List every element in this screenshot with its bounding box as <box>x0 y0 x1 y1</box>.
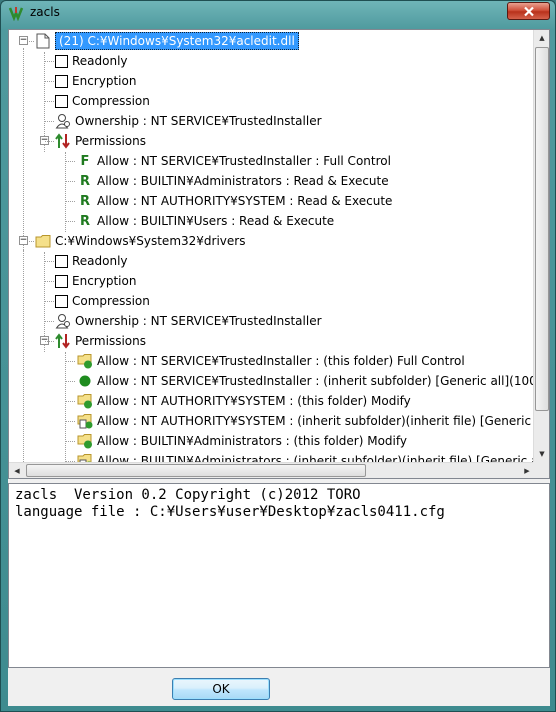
checkbox-icon <box>55 254 68 268</box>
tree-node-label: Allow : NT AUTHORITY¥SYSTEM : Read & Exe… <box>97 194 393 208</box>
tree-node-label: Allow : NT AUTHORITY¥SYSTEM : (inherit s… <box>97 414 535 428</box>
tree-vertical-scrollbar[interactable]: ▲ ▼ <box>533 30 549 462</box>
tree-node[interactable]: Encryption <box>55 71 136 91</box>
tree-node[interactable]: Ownership : NT SERVICE¥TrustedInstaller <box>55 111 322 131</box>
tree-node[interactable]: Encryption <box>55 271 136 291</box>
tree-node[interactable]: C:¥Windows¥System32¥drivers <box>35 231 245 251</box>
file-icon <box>35 33 51 49</box>
tree-node-label: Ownership : NT SERVICE¥TrustedInstaller <box>75 314 322 328</box>
scrollbar-corner <box>533 462 549 478</box>
permissions-icon <box>55 333 71 349</box>
tree-node[interactable]: R Allow : BUILTIN¥Administrators : Read &… <box>77 171 389 191</box>
checkbox-icon <box>55 274 68 288</box>
tree-node[interactable]: Allow : BUILTIN¥Administrators : (inheri… <box>77 451 535 462</box>
scroll-down-button[interactable]: ▼ <box>534 446 549 462</box>
tree-node[interactable]: Allow : NT AUTHORITY¥SYSTEM : (inherit s… <box>77 411 535 431</box>
permissions-tree[interactable]: − (21) C:¥Windows¥System32¥acledit.dll Rea… <box>8 29 550 479</box>
title-bar[interactable]: zacls <box>1 1 555 25</box>
client-area: − (21) C:¥Windows¥System32¥acledit.dll Rea… <box>8 29 550 706</box>
tree-node[interactable]: Allow : NT SERVICE¥TrustedInstaller : (i… <box>77 371 535 391</box>
tree-node[interactable]: Ownership : NT SERVICE¥TrustedInstaller <box>55 311 322 331</box>
log-line: zacls Version 0.2 Copyright (c)2012 TORO <box>15 487 361 503</box>
folder-perm-icon <box>77 353 93 369</box>
folder-file-perm-icon <box>77 413 93 429</box>
tree-node[interactable]: F Allow : NT SERVICE¥TrustedInstaller : F… <box>77 151 391 171</box>
log-output[interactable]: zacls Version 0.2 Copyright (c)2012 TORO… <box>8 483 550 668</box>
close-button[interactable] <box>507 2 550 20</box>
tree-node[interactable]: Allow : NT SERVICE¥TrustedInstaller : (t… <box>77 351 465 371</box>
app-window: zacls − (21) C:¥Windows¥System32¥acledit.… <box>0 0 556 712</box>
tree-node-label: Allow : NT SERVICE¥TrustedInstaller : Fu… <box>97 154 391 168</box>
tree-node-label: C:¥Windows¥System32¥drivers <box>55 234 246 248</box>
tree-node-label: Allow : BUILTIN¥Users : Read & Execute <box>97 214 335 228</box>
permission-R-icon: R <box>79 193 90 209</box>
tree-node-label: Encryption <box>72 74 137 88</box>
tree-content: − (21) C:¥Windows¥System32¥acledit.dll Rea… <box>9 30 535 462</box>
tree-node[interactable]: Permissions <box>55 331 146 351</box>
app-logo-icon <box>8 7 24 21</box>
tree-horizontal-scrollbar[interactable]: ◀ ▶ <box>9 462 535 478</box>
tree-node-label: Allow : BUILTIN¥Administrators : (this f… <box>97 434 407 448</box>
tree-node-label: Permissions <box>75 334 146 348</box>
tree-node-label: Allow : NT AUTHORITY¥SYSTEM : (this fold… <box>97 394 411 408</box>
tree-node-label: Ownership : NT SERVICE¥TrustedInstaller <box>75 114 322 128</box>
tree-node-label: Readonly <box>72 254 128 268</box>
permission-R-icon: R <box>79 173 90 189</box>
ok-button[interactable]: OK <box>172 678 270 700</box>
permissions-icon <box>55 133 71 149</box>
scroll-up-button[interactable]: ▲ <box>534 30 549 46</box>
tree-node[interactable]: R Allow : BUILTIN¥Users : Read & Execute <box>77 211 334 231</box>
window-title: zacls <box>30 5 60 19</box>
checkbox-icon <box>55 54 68 68</box>
owner-icon <box>55 113 71 129</box>
tree-node-label: Allow : BUILTIN¥Administrators : (inheri… <box>97 454 535 462</box>
tree-node-label: Compression <box>72 294 150 308</box>
tree-node-label: Allow : BUILTIN¥Administrators : Read & … <box>97 174 389 188</box>
tree-node-label: Allow : NT SERVICE¥TrustedInstaller : (i… <box>97 374 535 388</box>
tree-node[interactable]: Permissions <box>55 131 146 151</box>
tree-node-label: (21) C:¥Windows¥System32¥acledit.dll <box>55 32 299 50</box>
tree-node[interactable]: (21) C:¥Windows¥System32¥acledit.dll <box>35 31 299 51</box>
collapse-toggle[interactable]: − <box>19 236 28 245</box>
tree-node-label: Permissions <box>75 134 146 148</box>
tree-node[interactable]: Allow : BUILTIN¥Administrators : (this f… <box>77 431 407 451</box>
tree-node[interactable]: Allow : NT AUTHORITY¥SYSTEM : (this fold… <box>77 391 411 411</box>
tree-node-label: Compression <box>72 94 150 108</box>
tree-node[interactable]: Compression <box>55 291 150 311</box>
checkbox-icon <box>55 94 68 108</box>
folder-perm-icon <box>77 433 93 449</box>
vertical-scroll-thumb[interactable] <box>535 47 549 411</box>
permission-R-icon: R <box>79 213 90 229</box>
owner-icon <box>55 313 71 329</box>
collapse-toggle[interactable]: − <box>19 36 28 45</box>
tree-node[interactable]: Compression <box>55 91 150 111</box>
log-line: language file : C:¥Users¥user¥Desktop¥za… <box>15 504 445 520</box>
tree-node-label: Readonly <box>72 54 128 68</box>
scroll-left-button[interactable]: ◀ <box>9 463 25 478</box>
close-icon <box>523 6 534 16</box>
folder-file-perm-icon <box>77 453 93 462</box>
tree-node[interactable]: Readonly <box>55 51 128 71</box>
green-dot-icon <box>77 373 93 389</box>
permission-F-icon: F <box>80 153 90 169</box>
horizontal-scroll-thumb[interactable] <box>26 464 366 477</box>
tree-node[interactable]: Readonly <box>55 251 128 271</box>
checkbox-icon <box>55 294 68 308</box>
tree-node-label: Allow : NT SERVICE¥TrustedInstaller : (t… <box>97 354 465 368</box>
tree-node-label: Encryption <box>72 274 137 288</box>
tree-node[interactable]: R Allow : NT AUTHORITY¥SYSTEM : Read & Ex… <box>77 191 392 211</box>
checkbox-icon <box>55 74 68 88</box>
folder-icon <box>35 233 51 249</box>
folder-perm-icon <box>77 393 93 409</box>
